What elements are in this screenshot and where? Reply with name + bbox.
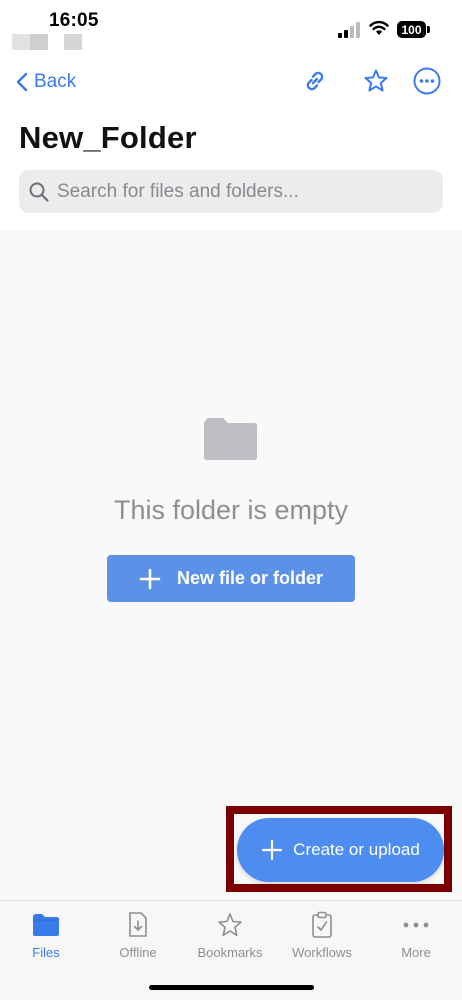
folder-icon — [204, 418, 257, 460]
chevron-left-icon — [16, 72, 28, 92]
link-icon[interactable] — [300, 66, 330, 96]
empty-state-message: This folder is empty — [113, 495, 349, 525]
new-file-button-label: New file or folder — [176, 568, 324, 588]
home-indicator — [149, 985, 314, 990]
page-title: New_Folder — [19, 120, 197, 155]
folder-content: This folder is empty New file or folder — [0, 230, 462, 900]
offline-icon — [129, 912, 147, 937]
tab-files[interactable]: Files — [0, 911, 92, 967]
blurred-block — [30, 34, 48, 50]
signal-icon — [338, 22, 362, 38]
battery-icon: 100 — [397, 21, 426, 38]
tab-label: Bookmarks — [197, 945, 263, 960]
tab-bookmarks[interactable]: Bookmarks — [184, 911, 276, 967]
tab-label: Offline — [119, 945, 157, 960]
plus-icon — [139, 568, 161, 589]
status-bar: 16:05 100 — [0, 0, 462, 52]
more-icon[interactable] — [412, 66, 442, 96]
status-time: 16:05 — [49, 10, 99, 31]
more-icon — [403, 922, 429, 928]
star-icon — [218, 913, 242, 937]
tab-label: Workflows — [292, 945, 352, 960]
clipboard-check-icon — [312, 911, 332, 938]
tab-label: Files — [32, 945, 60, 960]
plus-icon — [262, 839, 283, 861]
search-input[interactable] — [57, 180, 427, 203]
blurred-block — [12, 34, 30, 50]
back-label: Back — [34, 71, 77, 92]
battery-tip — [427, 26, 430, 33]
new-file-or-folder-button[interactable]: New file or folder — [107, 555, 355, 602]
back-button[interactable]: Back — [16, 68, 76, 96]
nav-bar: Back — [0, 52, 462, 112]
tab-label: More — [401, 945, 431, 960]
create-or-upload-button[interactable]: Create or upload — [237, 818, 444, 882]
search-icon — [29, 182, 49, 202]
folder-icon — [33, 914, 59, 936]
battery-level: 100 — [401, 22, 422, 37]
tab-offline[interactable]: Offline — [92, 911, 184, 967]
tab-workflows[interactable]: Workflows — [276, 911, 368, 967]
tab-more[interactable]: More — [370, 911, 462, 967]
blurred-block — [64, 34, 82, 50]
search-bar[interactable] — [19, 170, 443, 213]
create-upload-label: Create or upload — [293, 840, 420, 859]
screen: 16:05 100 Back New_Folder Search for fil… — [0, 0, 462, 1000]
star-icon[interactable] — [361, 66, 391, 96]
wifi-icon — [369, 20, 389, 35]
